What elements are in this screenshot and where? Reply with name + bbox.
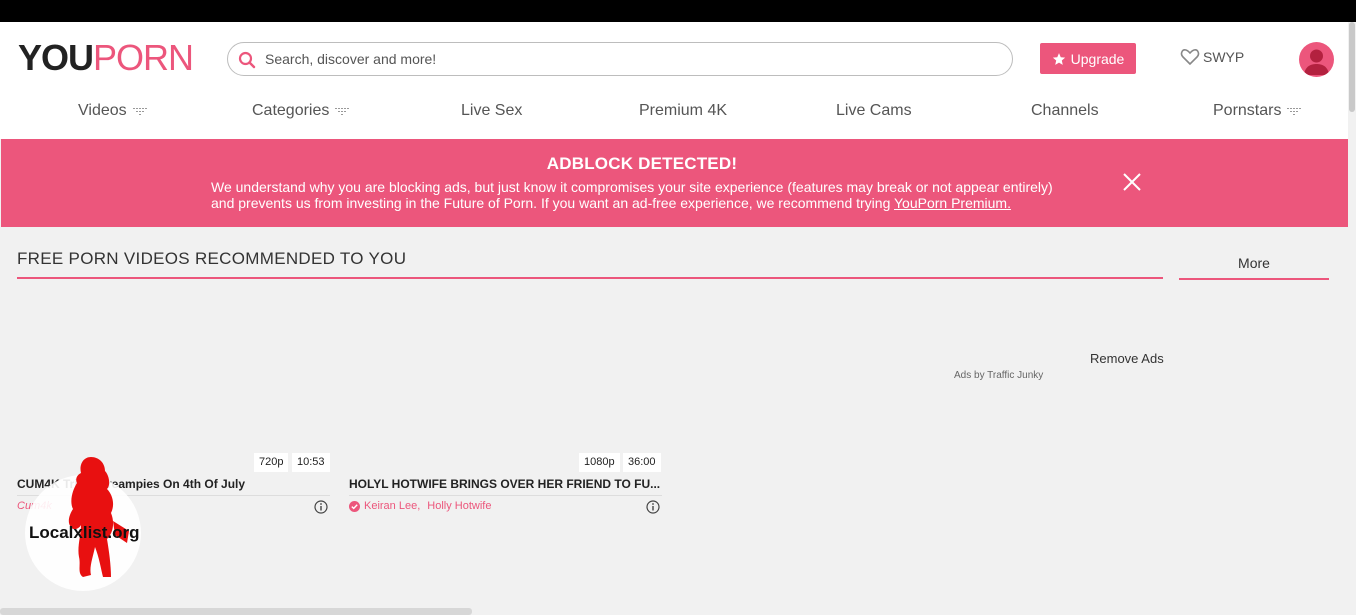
more-button[interactable]: More [1179, 245, 1329, 280]
video-performers: Keiran Lee, Holly Hotwife [349, 500, 491, 512]
upgrade-button[interactable]: Upgrade [1040, 43, 1136, 74]
nav-item-channels[interactable]: Channels [1031, 102, 1099, 120]
nav-item-premium-4k[interactable]: Premium 4K [639, 102, 727, 120]
info-icon[interactable] [314, 500, 328, 514]
banner-title: ADBLOCK DETECTED! [546, 154, 738, 173]
nav-label: Premium 4K [639, 102, 728, 119]
nav-item-pornstars[interactable]: Pornstars [1213, 102, 1302, 120]
scrollbar-thumb[interactable] [1349, 22, 1355, 112]
silhouette-icon [68, 457, 129, 577]
video-title[interactable]: HOLYL HOTWIFE BRINGS OVER HER FRIEND TO … [349, 477, 664, 491]
nav-label: Categories [252, 102, 330, 119]
browser-top-bar [0, 0, 1356, 22]
ads-by-label: Ads by Traffic Junky [954, 370, 1044, 381]
search-bar[interactable] [227, 42, 1013, 76]
site-header: YOUPORN Upgrade SWYP Videos Categories [0, 22, 1348, 139]
heart-icon [1180, 49, 1200, 66]
duration-badge: 10:53 [292, 453, 330, 472]
nav-label: Channels [1031, 102, 1099, 119]
dropdown-icon [1287, 108, 1302, 115]
banner-line-2: and prevents us from investing in the Fu… [211, 195, 891, 211]
nav-label: Live Sex [461, 102, 523, 119]
user-icon [1304, 49, 1329, 75]
card-divider [349, 495, 662, 496]
upgrade-label: Upgrade [1070, 50, 1125, 67]
section-divider [17, 277, 1163, 279]
watermark-text: Localxlist.org [29, 523, 140, 542]
more-underline [1179, 278, 1329, 280]
watermark: Localxlist.org [25, 445, 143, 591]
banner-line-1: We understand why you are blocking ads, … [211, 179, 1053, 195]
close-icon[interactable] [1121, 171, 1143, 193]
swyp-link[interactable]: SWYP [1180, 46, 1244, 68]
page-scrollbar[interactable] [1348, 22, 1356, 615]
resolution-badge: 1080p [579, 453, 620, 472]
dropdown-icon [335, 108, 350, 115]
logo-you: YOU [18, 37, 94, 78]
nav-label: Pornstars [1213, 102, 1282, 119]
duration-badge: 36:00 [623, 453, 661, 472]
resolution-badge: 720p [254, 453, 289, 472]
info-icon[interactable] [646, 500, 660, 514]
section-title: FREE PORN VIDEOS RECOMMENDED TO YOU [17, 249, 407, 268]
remove-ads-link[interactable]: Remove Ads [1090, 351, 1164, 366]
user-avatar[interactable] [1299, 42, 1334, 77]
nav-label: Videos [78, 102, 127, 119]
performer-link[interactable]: Holly Hotwife [427, 500, 491, 512]
horizontal-scrollbar[interactable] [0, 608, 472, 615]
swyp-label: SWYP [1203, 49, 1245, 65]
adblock-banner: ADBLOCK DETECTED! We understand why you … [1, 139, 1348, 227]
search-icon [238, 51, 256, 69]
banner-message: We understand why you are blocking ads, … [211, 179, 1081, 211]
main-nav: Videos Categories Live Sex Premium 4K Li… [0, 102, 1348, 126]
nav-item-live-cams[interactable]: Live Cams [836, 102, 912, 120]
performer-link[interactable]: Keiran Lee, [364, 500, 420, 512]
logo-porn: PORN [93, 37, 194, 78]
star-icon [1052, 52, 1065, 65]
dropdown-icon [132, 108, 147, 115]
nav-item-categories[interactable]: Categories [252, 102, 350, 120]
verified-icon [349, 500, 360, 512]
nav-item-videos[interactable]: Videos [78, 102, 147, 120]
nav-item-live-sex[interactable]: Live Sex [461, 102, 522, 120]
search-input[interactable] [265, 49, 965, 69]
site-logo[interactable]: YOUPORN [18, 37, 194, 78]
premium-link[interactable]: YouPorn Premium. [894, 195, 1011, 211]
nav-label: Live Cams [836, 102, 912, 119]
